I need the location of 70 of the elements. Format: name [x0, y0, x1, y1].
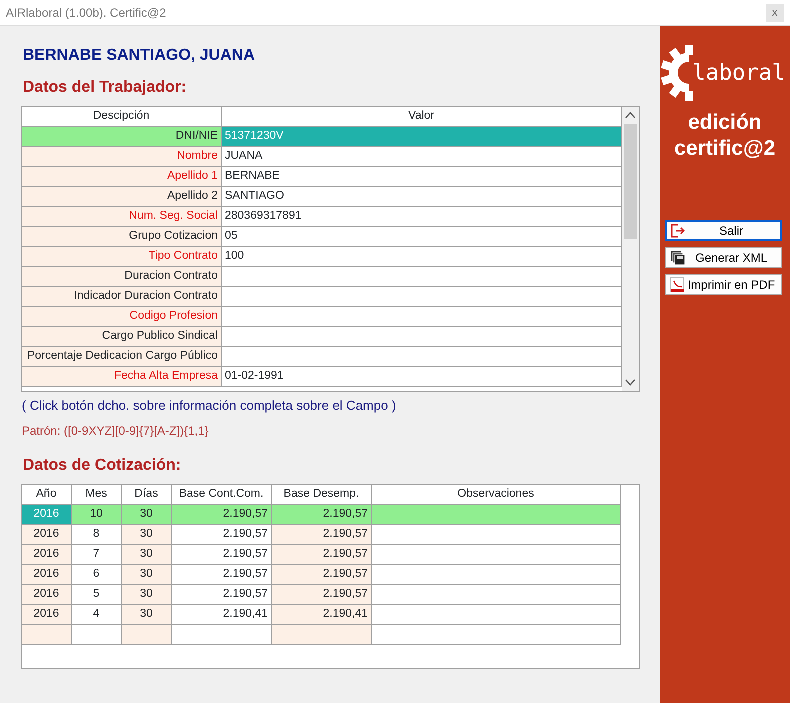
- field-label: DNI/NIE: [22, 127, 222, 147]
- field-label: Tipo Contrato: [22, 247, 222, 267]
- column-header[interactable]: Año: [22, 484, 72, 504]
- pattern-text: Patrón: ([0-9XYZ][0-9]{7}[A-Z]){1,1}: [22, 422, 210, 440]
- table-cell: 2.190,57: [272, 504, 372, 524]
- field-label: Indicador Duracion Contrato: [22, 287, 222, 307]
- scrollbar[interactable]: [622, 107, 639, 391]
- sidebar-button[interactable]: Imprimir en PDF: [665, 274, 782, 295]
- field-label: Duracion Contrato: [22, 267, 222, 287]
- field-value[interactable]: JUANA: [222, 147, 622, 167]
- field-label: Apellido 1: [22, 167, 222, 187]
- exit-icon: [671, 224, 687, 238]
- column-header[interactable]: Base Desemp.: [272, 484, 372, 504]
- table-cell: 2.190,57: [272, 524, 372, 544]
- gear-icon: [660, 44, 693, 102]
- field-value[interactable]: 05: [222, 227, 622, 247]
- column-header[interactable]: Observaciones: [372, 484, 621, 504]
- table-cell: 2016: [22, 584, 72, 604]
- field-label: Apellido 2: [22, 187, 222, 207]
- sidebar-button[interactable]: Generar XML: [665, 247, 782, 268]
- table-cell: 2.190,57: [172, 504, 272, 524]
- worker-name: BERNABE SANTIAGO, JUANA: [23, 46, 256, 66]
- field-label: Fecha Alta Empresa: [22, 367, 222, 387]
- column-header[interactable]: Base Cont.Com.: [172, 484, 272, 504]
- table-cell: 2016: [22, 504, 72, 524]
- sidebar-button[interactable]: Salir: [665, 220, 782, 241]
- empty-cell: [122, 624, 172, 644]
- field-label: Nombre: [22, 147, 222, 167]
- section-title: Datos de Cotización:: [23, 456, 182, 476]
- table-cell: 30: [122, 584, 172, 604]
- field-label: Codigo Profesion: [22, 307, 222, 327]
- pdf-icon: [670, 276, 686, 292]
- window-title: AIRlaboral (1.00b). Certific@2: [6, 4, 166, 22]
- floppy-stack-icon: [670, 250, 686, 266]
- table-cell: 2016: [22, 544, 72, 564]
- edition-text: edición: [687, 110, 763, 136]
- field-label: Porcentaje Dedicacion Cargo Público: [22, 347, 222, 367]
- column-header[interactable]: Mes: [72, 484, 122, 504]
- close-button[interactable]: x: [766, 4, 784, 22]
- table-cell: 30: [122, 524, 172, 544]
- hint-text: ( Click botón dcho. sobre información completa sobre el Campo ): [22, 397, 398, 415]
- logo-text: laboral: [692, 60, 786, 88]
- edition-text: certific@2: [674, 136, 776, 162]
- table-cell: 2016: [22, 604, 72, 624]
- field-value[interactable]: SANTIAGO: [222, 187, 622, 207]
- table-cell: 2.190,57: [272, 544, 372, 564]
- field-value[interactable]: BERNABE: [222, 167, 622, 187]
- column-header[interactable]: Valor: [222, 107, 622, 127]
- table-cell: 30: [122, 564, 172, 584]
- field-value[interactable]: 01-02-1991: [222, 367, 622, 387]
- table-cell: 2016: [22, 564, 72, 584]
- table-cell: 2.190,41: [272, 604, 372, 624]
- section-title: Datos del Trabajador:: [23, 78, 188, 98]
- table-cell: 30: [122, 544, 172, 564]
- table-cell: 30: [122, 504, 172, 524]
- scroll-up-icon[interactable]: [626, 112, 636, 118]
- field-value[interactable]: 100: [222, 247, 622, 267]
- field-label: Num. Seg. Social: [22, 207, 222, 227]
- scroll-thumb[interactable]: [624, 124, 637, 239]
- table-cell: 30: [122, 604, 172, 624]
- table-cell: 2.190,57: [272, 584, 372, 604]
- field-label: Cargo Publico Sindical: [22, 327, 222, 347]
- table-cell: 10: [72, 504, 122, 524]
- scroll-down-icon[interactable]: [626, 380, 636, 386]
- table-cell: 2016: [22, 524, 72, 544]
- column-header[interactable]: Días: [122, 484, 172, 504]
- field-label: Grupo Cotizacion: [22, 227, 222, 247]
- field-value[interactable]: 280369317891: [222, 207, 622, 227]
- column-header[interactable]: Descipción: [22, 107, 222, 127]
- table-cell: 2.190,57: [272, 564, 372, 584]
